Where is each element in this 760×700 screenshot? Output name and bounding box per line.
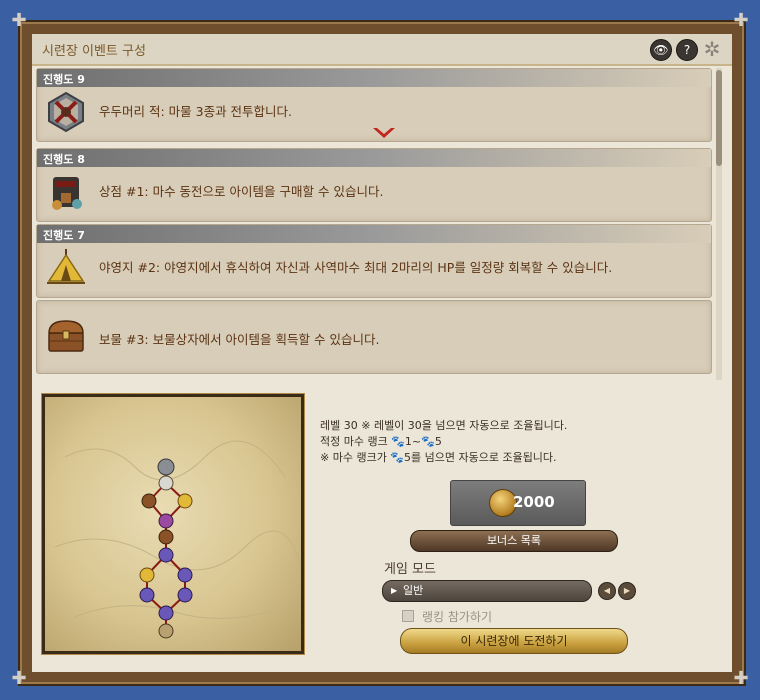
mode-next-button[interactable]: ▶ <box>618 582 636 600</box>
stage-card-8[interactable]: 진행도 8 상점 #1: 마수 동전으로 아이템을 구매할 수 있습니다. <box>36 148 712 222</box>
stage-header: 진행도 9 <box>37 69 711 87</box>
expand-chevron-icon[interactable] <box>373 125 395 138</box>
stage-label: 진행도 8 <box>43 153 85 166</box>
stage-card-9[interactable]: 진행도 9 우두머리 적: 마물 3종과 전투합니다. <box>36 68 712 142</box>
level-line: 레벨 30 ※ 레벨이 30을 넘으면 자동으로 조율됩니다. <box>320 419 568 432</box>
frame-corner-icon: ✚ <box>733 10 749 31</box>
treasure-chest-icon <box>45 315 87 357</box>
stage-label: 진행도 9 <box>43 73 85 86</box>
trial-route-map <box>42 394 304 654</box>
stage-description: 보물 #3: 보물상자에서 아이템을 획득할 수 있습니다. <box>99 332 380 347</box>
list-scrollbar-thumb[interactable] <box>716 70 722 166</box>
ranking-checkbox[interactable] <box>402 610 414 622</box>
shop-icon <box>45 171 87 213</box>
level-info: 레벨 30 ※ 레벨이 30을 넘으면 자동으로 조율됩니다. 적정 마수 랭크… <box>320 418 567 466</box>
title-bar: 시련장 이벤트 구성 👁 ? ✲ <box>32 34 732 66</box>
rank-line: 적정 마수 랭크 🐾1~🐾5 <box>320 435 442 448</box>
bonus-list-button[interactable]: 보너스 목록 <box>410 530 618 552</box>
rank-note: ※ 마수 랭크가 🐾5를 넘으면 자동으로 조율됩니다. <box>320 451 557 464</box>
game-mode-label: 게임 모드 <box>384 562 436 577</box>
stage-description: 야영지 #2: 야영지에서 휴식하여 자신과 사역마수 최대 2마리의 HP를 … <box>99 260 613 275</box>
stage-card-7[interactable]: 진행도 7 야영지 #2: 야영지에서 휴식하여 자신과 사역마수 최대 2마리… <box>36 224 712 298</box>
help-icon[interactable]: ? <box>676 39 698 61</box>
challenge-button[interactable]: 이 시련장에 도전하기 <box>400 628 628 654</box>
window-title: 시련장 이벤트 구성 <box>42 44 146 59</box>
stage-label: 진행도 7 <box>43 229 85 242</box>
ranking-label: 랭킹 참가하기 <box>422 610 493 624</box>
frame-corner-icon: ✚ <box>11 668 27 689</box>
tools-icon[interactable]: ✲ <box>700 37 724 61</box>
stage-header: 진행도 7 <box>37 225 711 243</box>
select-marker-icon: ▶ <box>391 586 398 595</box>
stage-description: 상점 #1: 마수 동전으로 아이템을 구매할 수 있습니다. <box>99 184 384 199</box>
campsite-tent-icon <box>45 247 87 289</box>
eye-icon[interactable]: 👁 <box>650 39 672 61</box>
window-frame: 시련장 이벤트 구성 👁 ? ✲ 진행도 9 우두머리 적: 마물 3종과 전투… <box>18 20 746 686</box>
trial-event-panel: 시련장 이벤트 구성 👁 ? ✲ 진행도 9 우두머리 적: 마물 3종과 전투… <box>32 34 732 672</box>
frame-corner-icon: ✚ <box>11 10 27 31</box>
reward-value: 2000 <box>513 493 555 511</box>
mode-prev-button[interactable]: ◀ <box>598 582 616 600</box>
reward-box: 2000 <box>450 480 586 526</box>
stage-description: 우두머리 적: 마물 3종과 전투합니다. <box>99 104 293 119</box>
game-mode-value: 일반 <box>403 584 424 597</box>
ranking-option[interactable]: 랭킹 참가하기 <box>402 608 493 625</box>
boss-battle-icon <box>45 91 87 133</box>
stage-card-treasure[interactable]: 보물 #3: 보물상자에서 아이템을 획득할 수 있습니다. <box>36 300 712 374</box>
game-mode-select[interactable]: ▶ 일반 <box>382 580 592 602</box>
stage-list: 진행도 9 우두머리 적: 마물 3종과 전투합니다. 진행도 8 상점 #1:… <box>36 68 712 380</box>
frame-corner-icon: ✚ <box>733 668 749 689</box>
stage-header: 진행도 8 <box>37 149 711 167</box>
